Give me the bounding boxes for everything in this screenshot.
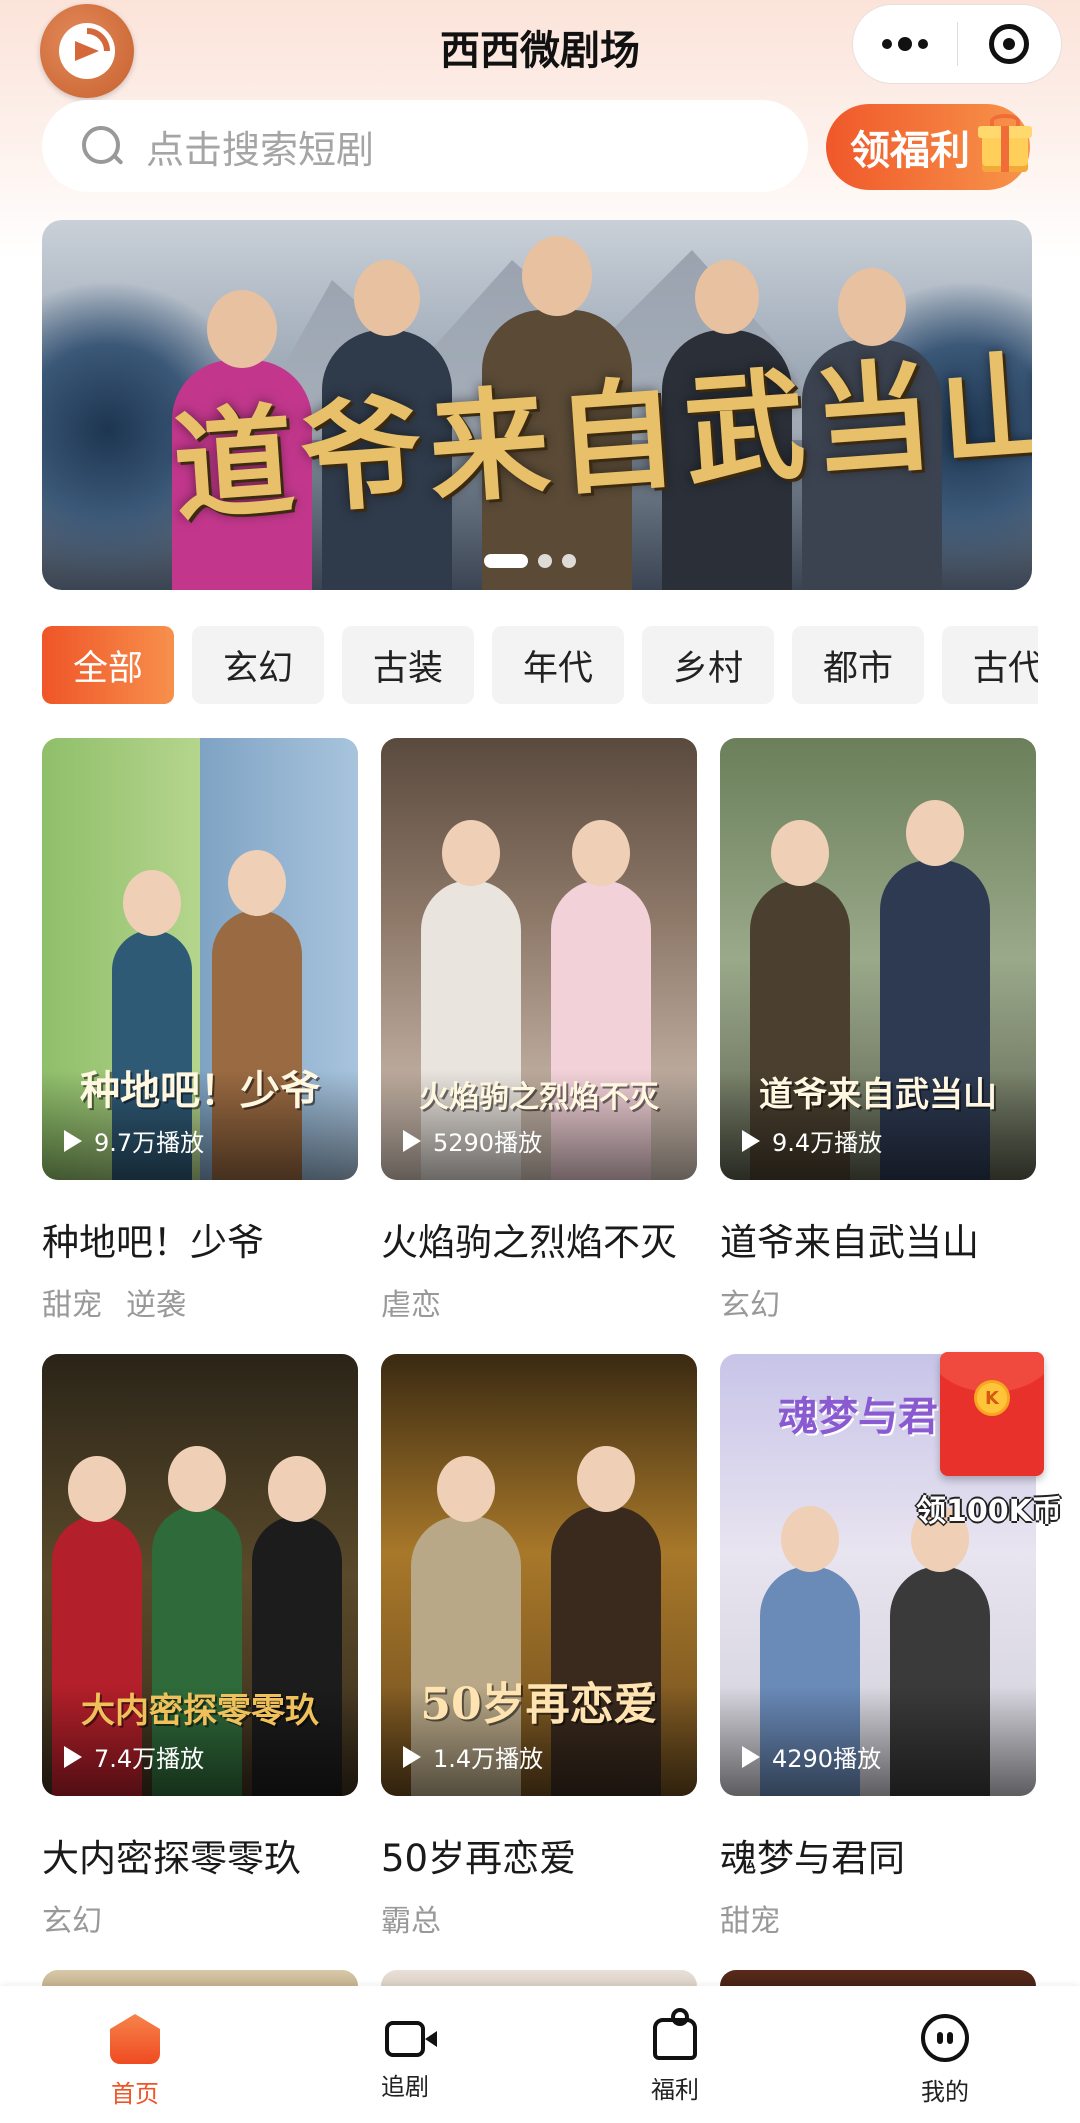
- poster-title: 道爷来自武当山: [759, 1075, 997, 1115]
- welfare-button[interactable]: 领福利: [826, 104, 1032, 190]
- category-tabs: 全部 玄幻 古装 年代 乡村 都市 古代: [42, 626, 1038, 704]
- hero-banner[interactable]: 道爷来自武当山: [42, 220, 1032, 590]
- drama-title: 大内密探零零玖: [42, 1837, 301, 1880]
- drama-tags: 虐恋: [381, 1280, 697, 1324]
- poster-title: 大内密探零零玖: [81, 1691, 319, 1731]
- poster-title: 火焰驹之烈焰不灭: [419, 1080, 659, 1115]
- drama-card[interactable]: 大内密探零零玖 7.4万播放 大内密探零零玖 玄幻: [42, 1354, 358, 1939]
- mini-program-capsule: [852, 4, 1062, 84]
- drama-tag: 玄幻: [720, 1288, 780, 1323]
- bottom-tab-bar: 首页 追剧 福利 我的: [0, 1986, 1080, 2123]
- drama-tag: 玄幻: [42, 1904, 102, 1939]
- play-count: 9.4万播放: [742, 1123, 882, 1158]
- tab-fantasy[interactable]: 玄幻: [192, 626, 324, 704]
- drama-title: 50岁再恋爱: [381, 1837, 577, 1880]
- more-button[interactable]: [853, 4, 957, 84]
- red-packet-button[interactable]: K: [940, 1352, 1044, 1476]
- drama-tags: 甜宠: [720, 1896, 1036, 1940]
- video-icon: [385, 2021, 437, 2057]
- play-icon: [64, 1129, 82, 1152]
- drama-poster[interactable]: 种地吧！少爷 9.7万播放: [42, 738, 358, 1180]
- drama-tag: 甜宠: [42, 1288, 102, 1323]
- coin-icon: K: [974, 1380, 1010, 1416]
- drama-tags: 霸总: [381, 1896, 697, 1940]
- play-icon: [403, 1745, 421, 1768]
- tabbar-label: 我的: [921, 2078, 969, 2106]
- drama-tags: 玄幻: [720, 1280, 1036, 1324]
- drama-tag: 逆袭: [126, 1288, 186, 1323]
- banner-pager: [484, 554, 576, 568]
- play-count-text: 5290播放: [433, 1129, 543, 1157]
- tab-rural[interactable]: 乡村: [642, 626, 774, 704]
- play-count: 9.7万播放: [64, 1123, 204, 1158]
- tab-all[interactable]: 全部: [42, 626, 174, 704]
- pager-dot: [538, 554, 552, 568]
- home-icon: [110, 2014, 160, 2064]
- gift-icon: [653, 2008, 697, 2060]
- search-icon: [80, 124, 124, 168]
- play-count-text: 7.4万播放: [94, 1745, 205, 1773]
- pager-dot: [484, 554, 528, 568]
- drama-card[interactable]: 道爷来自武当山 9.4万播放 道爷来自武当山 玄幻: [720, 738, 1036, 1323]
- play-count: 5290播放: [403, 1123, 542, 1158]
- red-envelope-icon: K: [940, 1352, 1044, 1476]
- tab-urban[interactable]: 都市: [792, 626, 924, 704]
- tab-era[interactable]: 年代: [492, 626, 624, 704]
- play-count-text: 9.7万播放: [94, 1129, 205, 1157]
- drama-poster[interactable]: 道爷来自武当山 9.4万播放: [720, 738, 1036, 1180]
- drama-title: 种地吧！少爷: [42, 1221, 264, 1264]
- drama-card[interactable]: 种地吧！少爷 9.7万播放 种地吧！少爷 甜宠 逆袭: [42, 738, 358, 1323]
- more-dots-icon: [881, 37, 928, 51]
- poster-title: 50岁再恋爱: [420, 1679, 658, 1730]
- target-close-icon: [989, 24, 1030, 64]
- drama-card[interactable]: 火焰驹之烈焰不灭 5290播放 火焰驹之烈焰不灭 虐恋: [381, 738, 697, 1323]
- top-bar: 西西微剧场: [0, 0, 1080, 100]
- tabbar-label: 追剧: [381, 2073, 429, 2101]
- drama-tag: 甜宠: [720, 1904, 780, 1939]
- play-count-text: 9.4万播放: [772, 1129, 883, 1157]
- play-count-text: 1.4万播放: [433, 1745, 544, 1773]
- search-placeholder: 点击搜索短剧: [146, 127, 375, 172]
- drama-title: 魂梦与君同: [720, 1837, 905, 1880]
- red-packet-label[interactable]: 领100K币: [916, 1486, 1062, 1530]
- tabbar-label: 福利: [651, 2076, 699, 2104]
- drama-title: 道爷来自武当山: [720, 1221, 979, 1264]
- tabbar-item-welfare[interactable]: 福利: [540, 1986, 810, 2123]
- drama-grid: 种地吧！少爷 9.7万播放 种地吧！少爷 甜宠 逆袭 火焰驹之烈焰不灭 5290…: [42, 738, 1038, 1939]
- play-icon: [403, 1129, 421, 1152]
- drama-poster[interactable]: 火焰驹之烈焰不灭 5290播放: [381, 738, 697, 1180]
- tab-ancient[interactable]: 古代: [942, 626, 1038, 704]
- play-icon: [64, 1745, 82, 1768]
- page: 西西微剧场 点击搜索短剧 领福利 道爷来自武当山 全部 玄幻 古装 年代 乡村 …: [0, 0, 1080, 2123]
- play-count: 4290播放: [742, 1739, 881, 1774]
- drama-poster[interactable]: 大内密探零零玖 7.4万播放: [42, 1354, 358, 1796]
- tabbar-item-profile[interactable]: 我的: [810, 1986, 1080, 2123]
- play-count: 7.4万播放: [64, 1739, 204, 1774]
- tabbar-item-home[interactable]: 首页: [0, 1986, 270, 2123]
- drama-poster[interactable]: 50岁再恋爱 1.4万播放: [381, 1354, 697, 1796]
- drama-card[interactable]: 50岁再恋爱 1.4万播放 50岁再恋爱 霸总: [381, 1354, 697, 1939]
- poster-title: 种地吧！少爷: [80, 1067, 320, 1114]
- drama-tags: 玄幻: [42, 1896, 358, 1940]
- play-icon: [742, 1745, 760, 1768]
- drama-tags: 甜宠 逆袭: [42, 1280, 358, 1324]
- tabbar-item-follow[interactable]: 追剧: [270, 1986, 540, 2123]
- play-count-text: 4290播放: [772, 1745, 882, 1773]
- gift-box-icon: [976, 114, 1034, 174]
- play-count: 1.4万播放: [403, 1739, 543, 1774]
- tabbar-label: 首页: [111, 2080, 159, 2108]
- drama-tag: 霸总: [381, 1904, 441, 1939]
- close-button[interactable]: [958, 4, 1062, 84]
- pager-dot: [562, 554, 576, 568]
- search-bar[interactable]: 点击搜索短剧: [42, 100, 808, 192]
- play-icon: [742, 1129, 760, 1152]
- welfare-button-label: 领福利: [850, 128, 970, 174]
- tab-costume[interactable]: 古装: [342, 626, 474, 704]
- drama-tag: 虐恋: [381, 1288, 441, 1323]
- profile-icon: [921, 2014, 969, 2062]
- drama-title: 火焰驹之烈焰不灭: [381, 1221, 677, 1264]
